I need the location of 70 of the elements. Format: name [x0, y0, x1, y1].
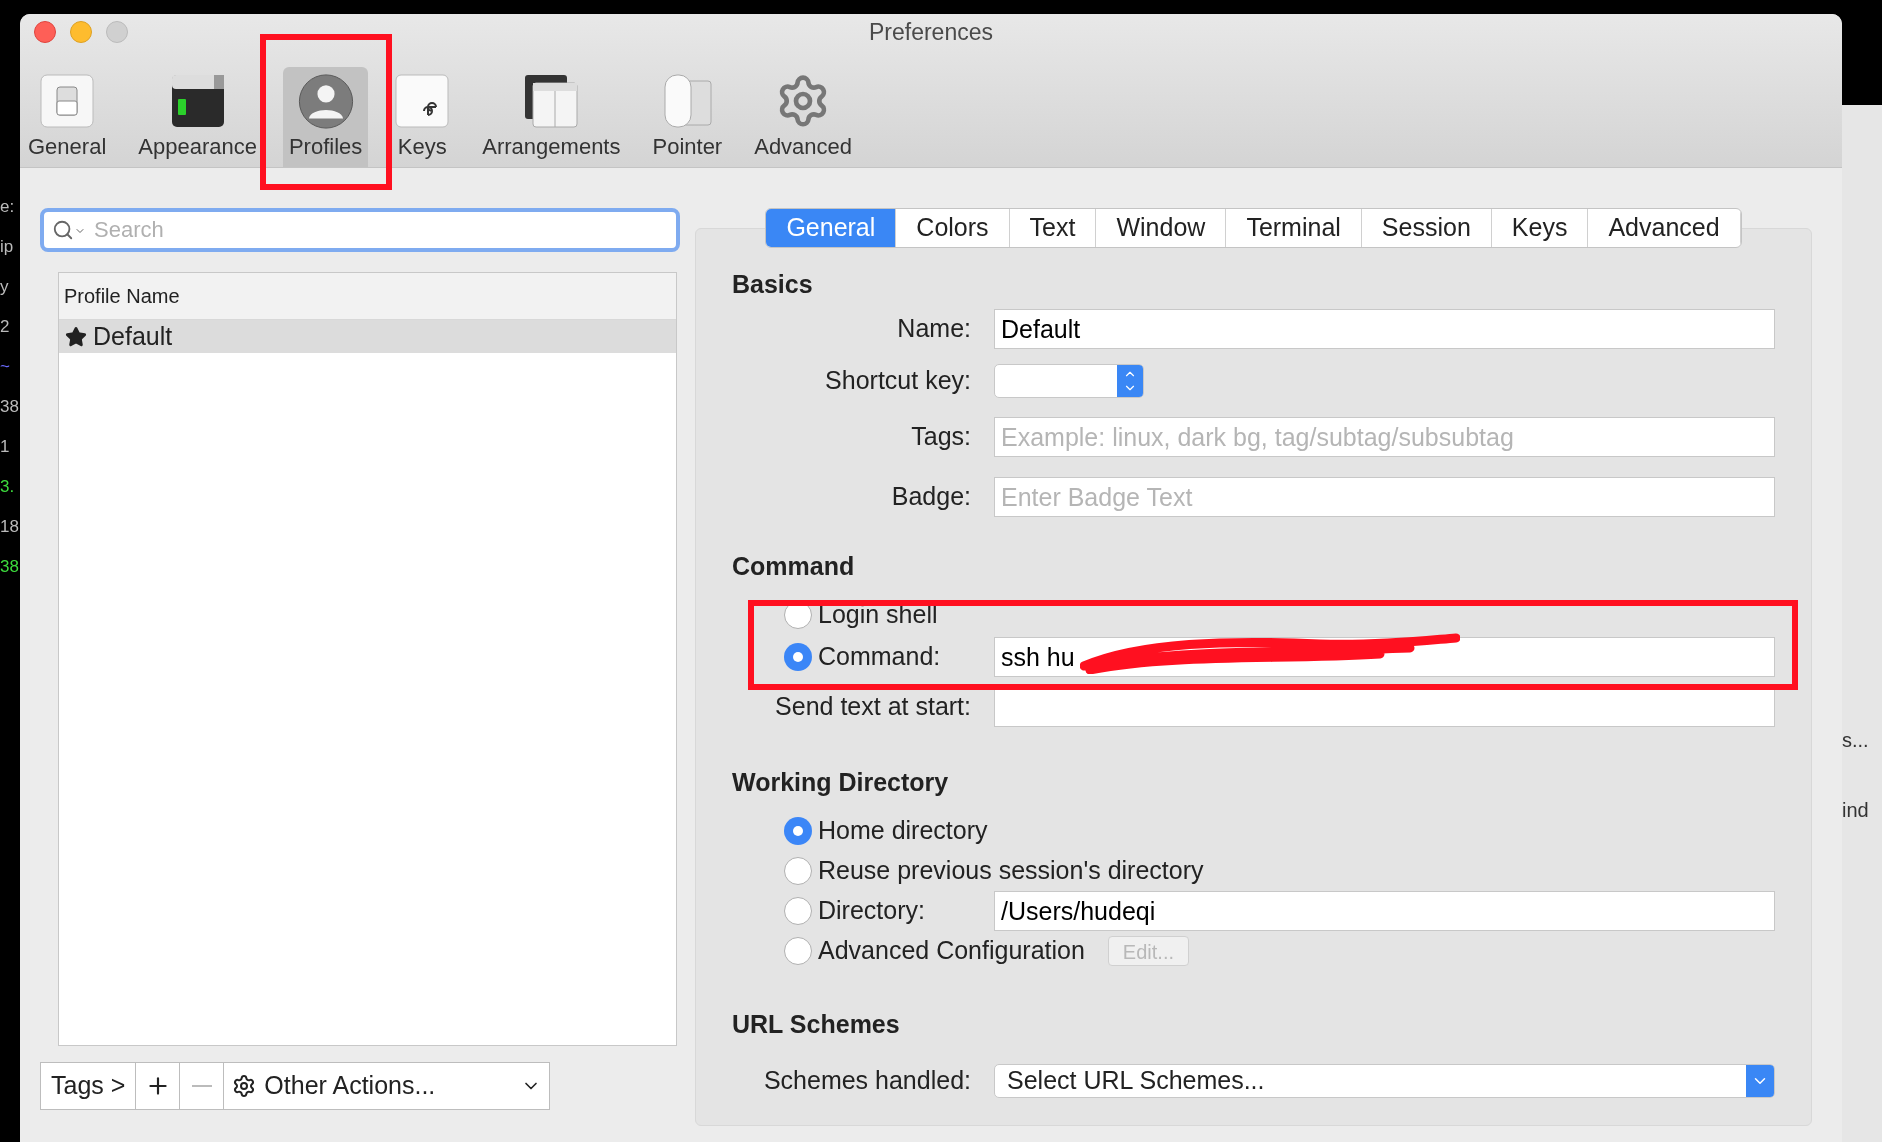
minimize-button[interactable]	[70, 21, 92, 43]
radio-label: Directory:	[818, 895, 925, 927]
terminal-text: 18	[0, 516, 20, 538]
toolbar-button[interactable]: Pointer	[646, 67, 729, 167]
minus-icon	[191, 1085, 212, 1087]
terminal-text: ip	[0, 236, 15, 258]
actions-menu-button[interactable]: Other Actions...	[224, 1063, 549, 1109]
terminal-text: 1	[0, 436, 11, 458]
terminal-text: 38	[0, 396, 20, 418]
shortcut-dropdown[interactable]	[994, 364, 1144, 398]
gear-icon	[232, 1074, 257, 1098]
field-label: Badge:	[890, 481, 971, 513]
search-icon	[52, 219, 74, 241]
tab[interactable]: Colors	[896, 209, 1010, 247]
toolbar-button[interactable]: Appearance	[132, 67, 263, 167]
profile-row[interactable]: Default	[59, 320, 676, 353]
toolbar-button[interactable]: General	[22, 67, 113, 167]
switch-icon	[39, 73, 96, 129]
tab[interactable]: Session	[1361, 209, 1492, 247]
toolbar-button[interactable]: Profiles	[282, 67, 369, 167]
toolbar-button[interactable]: Advanced	[748, 67, 859, 167]
terminal-text: ~	[0, 356, 11, 378]
field-label: Name:	[896, 313, 971, 345]
tags-button[interactable]: Tags >	[41, 1063, 137, 1109]
column-header: Profile Name	[64, 284, 180, 309]
terminal-text: 2	[0, 316, 11, 338]
tab[interactable]: Terminal	[1226, 209, 1362, 247]
tab[interactable]: Text	[1009, 209, 1097, 247]
section-heading: Basics	[732, 269, 813, 301]
terminal-icon	[169, 73, 226, 129]
tab[interactable]: Keys	[1491, 209, 1589, 247]
radio-label: Home directory	[818, 815, 988, 847]
windows-icon	[523, 73, 580, 129]
radio-button[interactable]	[784, 643, 812, 671]
tags-field[interactable]: Example: linux, dark bg, tag/subtag/subsubtag	[994, 417, 1775, 457]
search-field[interactable]: Search	[40, 208, 680, 252]
terminal-text: y	[0, 276, 10, 298]
star-icon	[65, 325, 87, 348]
radio-label: Advanced Configuration	[818, 935, 1085, 967]
toolbar-button[interactable]: Arrangements	[476, 67, 627, 167]
field-label: Shortcut key:	[824, 365, 971, 397]
terminal-text: 3.	[0, 476, 16, 498]
tab[interactable]: Window	[1096, 209, 1227, 247]
radio-label: Login shell	[818, 599, 938, 631]
field-label: Schemes handled:	[762, 1065, 971, 1097]
schemes-dropdown[interactable]: Select URL Schemes...	[994, 1064, 1775, 1098]
window-text: s...	[1842, 728, 1870, 753]
close-button[interactable]	[34, 21, 56, 43]
section-heading: URL Schemes	[732, 1009, 900, 1041]
toolbar-button[interactable]: Keys	[388, 67, 457, 167]
radio-button[interactable]	[784, 857, 812, 885]
field-label: Tags:	[910, 421, 971, 453]
window-text: ind	[1842, 798, 1870, 823]
terminal-text: e:	[0, 196, 16, 218]
directory-field[interactable]: /Users/hudeqi	[994, 891, 1775, 931]
tab[interactable]: Advanced	[1588, 209, 1741, 247]
tab[interactable]: General	[766, 209, 897, 247]
radio-button[interactable]	[784, 937, 812, 965]
field-label: Send text at start:	[774, 691, 971, 723]
name-field[interactable]: Default	[994, 309, 1775, 349]
section-heading: Working Directory	[732, 767, 949, 799]
terminal-text: 38	[0, 556, 20, 578]
radio-button[interactable]	[784, 817, 812, 845]
radio-label: Command:	[818, 641, 941, 673]
window-title: Preferences	[869, 17, 993, 47]
radio-label: Reuse previous session's directory	[818, 855, 1204, 887]
send-text-field[interactable]	[994, 687, 1775, 727]
badge-field[interactable]: Enter Badge Text	[994, 477, 1775, 517]
radio-button[interactable]	[784, 897, 812, 925]
section-heading: Command	[732, 551, 855, 583]
